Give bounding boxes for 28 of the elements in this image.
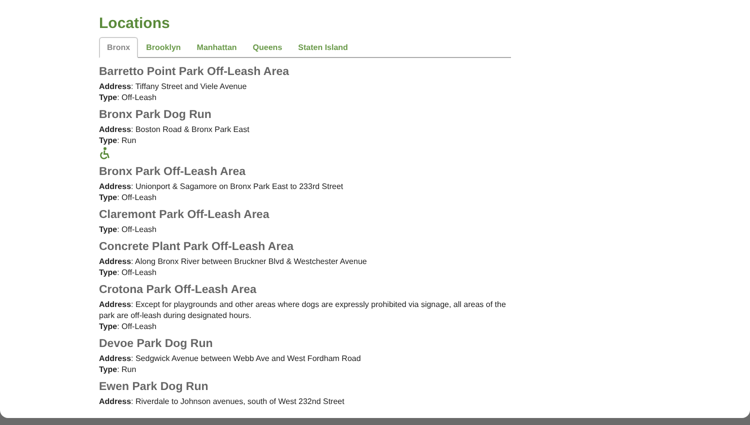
location-name: Bronx Park Off-Leash Area bbox=[99, 166, 247, 178]
location-type: Type: Off-Leash bbox=[99, 192, 158, 203]
location-name: Ewen Park Dog Run bbox=[99, 381, 210, 393]
location-type: Type: Off-Leash bbox=[99, 267, 158, 278]
borough-tab[interactable]: Brooklyn bbox=[138, 37, 189, 58]
location-type: Type: Run bbox=[99, 364, 138, 375]
borough-tab[interactable]: Bronx bbox=[99, 37, 138, 58]
location-name: Crotona Park Off-Leash Area bbox=[99, 284, 258, 296]
borough-tab[interactable]: Staten Island bbox=[290, 37, 356, 58]
location-type: Type: Off-Leash bbox=[99, 92, 158, 103]
location-name: Barretto Point Park Off-Leash Area bbox=[99, 66, 290, 78]
location-address: Address: Except for playgrounds and other areas where dogs are expressly prohibited via signage, all areas of the park are off-leash during designated hours. bbox=[99, 299, 507, 321]
location-address: Address: Along Bronx River between Bruckner Blvd & Westchester Avenue bbox=[99, 256, 368, 267]
location-name: Devoe Park Dog Run bbox=[99, 338, 214, 350]
location-name: Bronx Park Dog Run bbox=[99, 109, 212, 121]
location-type: Type: Off-Leash bbox=[99, 224, 158, 235]
location-name: Concrete Plant Park Off-Leash Area bbox=[99, 241, 294, 253]
location-type: Type: Off-Leash bbox=[99, 321, 158, 332]
location-address: Address: Riverdale to Johnson avenues, south of West 232nd Street bbox=[99, 396, 346, 407]
location-type: Type: Run bbox=[99, 135, 138, 146]
location-address: Address: Tiffany Street and Viele Avenue bbox=[99, 81, 248, 92]
location-address: Address: Boston Road & Bronx Park East bbox=[99, 124, 250, 135]
location-address: Address: Unionport & Sagamore on Bronx Park East to 233rd Street bbox=[99, 181, 344, 192]
location-name: Claremont Park Off-Leash Area bbox=[99, 209, 270, 221]
page-title: Locations bbox=[99, 15, 171, 32]
borough-tab[interactable]: Queens bbox=[244, 37, 290, 58]
location-address: Address: Sedgwick Avenue between Webb Ave and West Fordham Road bbox=[99, 353, 362, 364]
borough-tab[interactable]: Manhattan bbox=[188, 37, 245, 58]
